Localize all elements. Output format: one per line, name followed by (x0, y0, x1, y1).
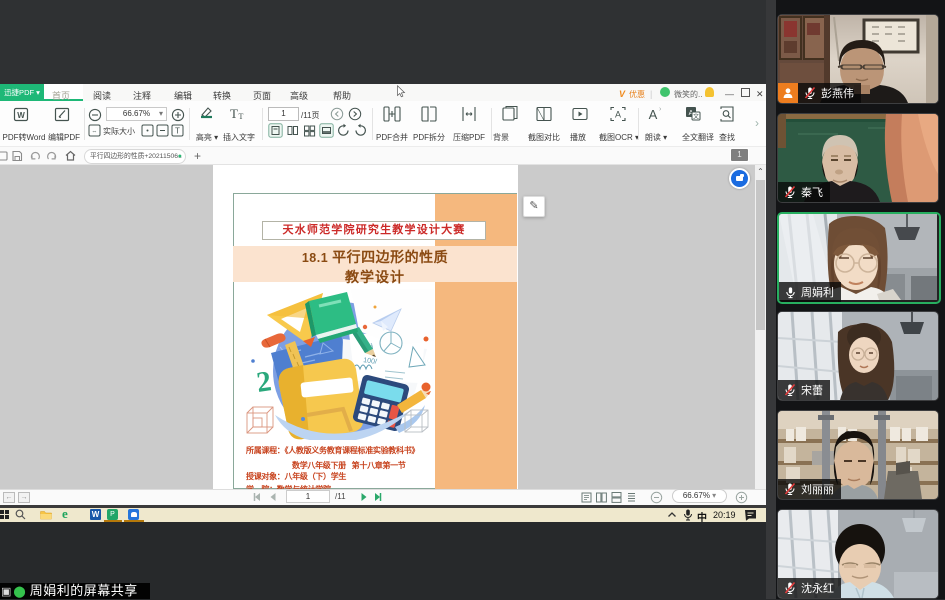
svg-text:T: T (230, 106, 238, 121)
svg-text:W: W (17, 111, 25, 120)
svg-text:T: T (239, 112, 244, 121)
svg-text:2: 2 (255, 365, 274, 399)
svg-text:⁾: ⁾ (659, 107, 661, 114)
svg-text:A: A (615, 110, 621, 120)
svg-text:文: 文 (693, 113, 699, 121)
svg-text:A: A (649, 107, 658, 122)
svg-text:T: T (175, 127, 180, 136)
svg-text:⇔: ⇔ (92, 129, 98, 135)
